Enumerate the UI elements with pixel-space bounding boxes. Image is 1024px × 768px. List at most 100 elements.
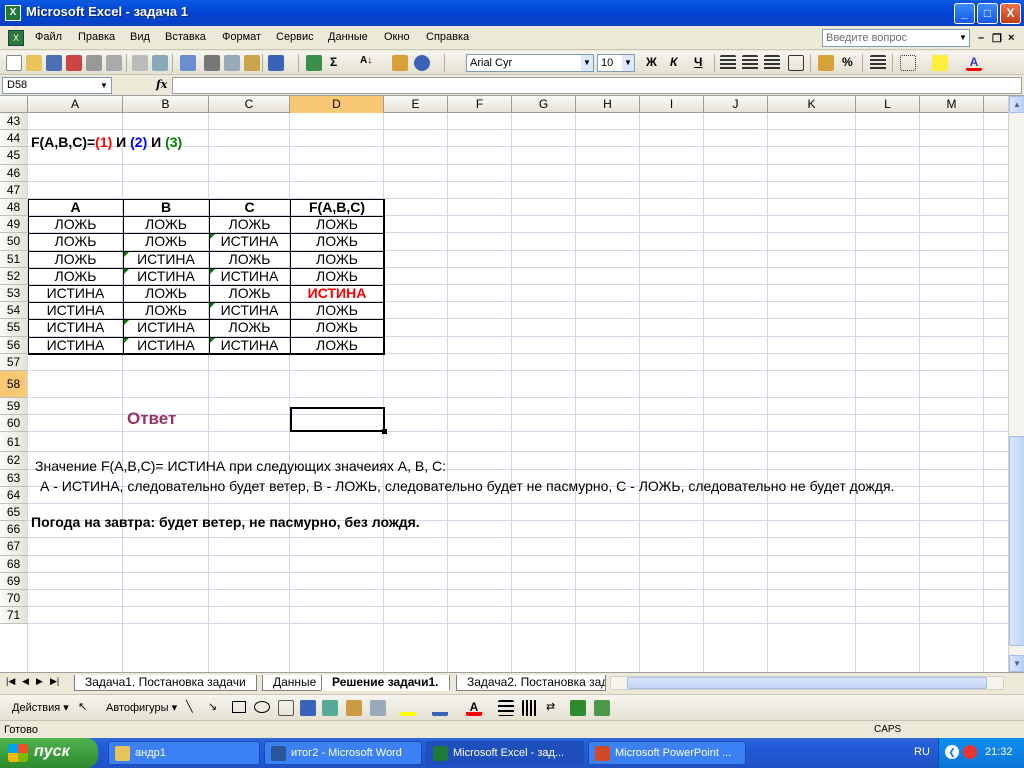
dash-style-icon[interactable] bbox=[522, 700, 538, 716]
col-header-j[interactable]: J bbox=[704, 96, 768, 113]
font-size-select[interactable]: 10 ▼ bbox=[597, 54, 635, 72]
hyperlink-icon[interactable] bbox=[306, 55, 322, 71]
formula-input[interactable] bbox=[172, 77, 1022, 94]
table-cell[interactable]: ИСТИНА bbox=[209, 234, 290, 249]
rectangle-icon[interactable] bbox=[232, 701, 246, 713]
merge-center-icon[interactable] bbox=[788, 55, 804, 71]
copy-icon[interactable] bbox=[224, 55, 240, 71]
fill-handle[interactable] bbox=[382, 429, 387, 434]
vertical-scrollbar[interactable]: ▲ ▼ bbox=[1008, 96, 1024, 672]
table-cell[interactable]: ЛОЖЬ bbox=[123, 216, 209, 232]
row-header-54[interactable]: 54 bbox=[0, 302, 28, 320]
permission-icon[interactable] bbox=[66, 55, 82, 71]
table-cell[interactable]: ЛОЖЬ bbox=[209, 216, 290, 232]
menu-view[interactable]: Вид bbox=[130, 31, 150, 43]
table-header-cell[interactable]: F(A,B,C) bbox=[290, 199, 384, 215]
table-cell[interactable]: ИСТИНА bbox=[209, 268, 290, 284]
align-center-icon[interactable] bbox=[742, 55, 758, 71]
table-cell[interactable]: ИСТИНА bbox=[290, 285, 384, 301]
tab-task2-setup[interactable]: Задача2. Постановка зад bbox=[456, 675, 606, 691]
currency-icon[interactable] bbox=[818, 55, 834, 71]
table-cell[interactable]: ЛОЖЬ bbox=[290, 234, 384, 249]
email-icon[interactable] bbox=[86, 55, 102, 71]
col-header-i[interactable]: I bbox=[640, 96, 704, 113]
select-objects-icon[interactable]: ↖ bbox=[78, 700, 94, 716]
table-cell[interactable]: ЛОЖЬ bbox=[290, 268, 384, 284]
col-header-k[interactable]: K bbox=[768, 96, 856, 113]
col-header-e[interactable]: E bbox=[384, 96, 448, 113]
tab-task1-setup[interactable]: Задача1. Постановка задачи bbox=[74, 675, 257, 691]
col-header-l[interactable]: L bbox=[856, 96, 920, 113]
menu-window[interactable]: Окно bbox=[384, 31, 410, 43]
autoshapes-menu[interactable]: Автофигуры ▾ bbox=[106, 701, 177, 714]
horizontal-scroll-thumb[interactable] bbox=[627, 677, 987, 689]
table-cell[interactable]: ЛОЖЬ bbox=[290, 216, 384, 232]
row-header-49[interactable]: 49 bbox=[0, 216, 28, 234]
row-header-62[interactable]: 62 bbox=[0, 452, 28, 470]
table-cell[interactable]: ИСТИНА bbox=[123, 268, 209, 284]
arrow-style-icon[interactable]: ⇄ bbox=[546, 700, 562, 716]
chevron-down-icon[interactable]: ▼ bbox=[957, 30, 969, 46]
line-color-icon[interactable] bbox=[432, 700, 448, 716]
row-header-67[interactable]: 67 bbox=[0, 538, 28, 556]
row-header-52[interactable]: 52 bbox=[0, 267, 28, 285]
row-header-48[interactable]: 48 bbox=[0, 199, 28, 217]
row-header-43[interactable]: 43 bbox=[0, 113, 28, 131]
table-cell[interactable]: ЛОЖЬ bbox=[123, 302, 209, 318]
fill-color-icon[interactable] bbox=[932, 55, 948, 71]
table-header-cell[interactable]: B bbox=[123, 199, 209, 215]
autosum-icon[interactable]: Σ bbox=[330, 55, 337, 69]
table-cell[interactable]: ИСТИНА bbox=[28, 320, 123, 335]
picture-icon[interactable] bbox=[370, 700, 386, 716]
table-cell[interactable]: ЛОЖЬ bbox=[290, 251, 384, 267]
col-header-d[interactable]: D bbox=[290, 96, 384, 113]
fill-color-draw-icon[interactable] bbox=[400, 700, 416, 716]
wordart-icon[interactable] bbox=[300, 700, 316, 716]
row-header-46[interactable]: 46 bbox=[0, 164, 28, 182]
row-header-61[interactable]: 61 bbox=[0, 432, 28, 453]
language-indicator[interactable]: RU bbox=[914, 746, 930, 758]
line-style-icon[interactable] bbox=[498, 700, 514, 716]
open-icon[interactable] bbox=[26, 55, 42, 71]
chart-wizard-icon[interactable] bbox=[392, 55, 408, 71]
select-all-corner[interactable] bbox=[0, 96, 28, 113]
task-powerpoint[interactable]: Microsoft PowerPoint ... bbox=[588, 741, 746, 765]
row-header-58[interactable]: 58 bbox=[0, 371, 28, 398]
row-header-53[interactable]: 53 bbox=[0, 285, 28, 303]
chevron-down-icon[interactable]: ▼ bbox=[622, 55, 634, 71]
row-header-56[interactable]: 56 bbox=[0, 336, 28, 354]
table-cell[interactable]: ЛОЖЬ bbox=[290, 337, 384, 353]
maximize-button[interactable]: □ bbox=[977, 3, 998, 24]
menu-edit[interactable]: Правка bbox=[78, 31, 115, 43]
prev-sheet-icon[interactable]: ◀ bbox=[22, 676, 29, 687]
insert-function-icon[interactable]: fx bbox=[156, 78, 167, 91]
table-cell[interactable]: ИСТИНА bbox=[123, 337, 209, 353]
bold-button[interactable]: Ж bbox=[646, 55, 657, 69]
chevron-down-icon[interactable]: ▼ bbox=[581, 55, 593, 71]
row-header-50[interactable]: 50 bbox=[0, 233, 28, 251]
table-header-cell[interactable]: C bbox=[209, 199, 290, 215]
row-header-60[interactable]: 60 bbox=[0, 415, 28, 433]
doc-restore-button[interactable]: ❐ bbox=[992, 32, 1002, 45]
col-header-g[interactable]: G bbox=[512, 96, 576, 113]
row-header-64[interactable]: 64 bbox=[0, 486, 28, 504]
row-header-51[interactable]: 51 bbox=[0, 250, 28, 268]
table-cell[interactable]: ИСТИНА bbox=[123, 251, 209, 267]
workbook-icon[interactable]: X bbox=[8, 30, 24, 46]
table-cell[interactable]: ИСТИНА bbox=[123, 320, 209, 335]
sort-icon[interactable]: А↓ bbox=[360, 55, 372, 66]
tab-data[interactable]: Данные bbox=[262, 675, 328, 691]
diagram-icon[interactable] bbox=[322, 700, 338, 716]
tray-app-icon[interactable] bbox=[963, 745, 977, 759]
first-sheet-icon[interactable]: |◀ bbox=[6, 676, 15, 687]
new-icon[interactable] bbox=[6, 55, 22, 71]
row-header-47[interactable]: 47 bbox=[0, 181, 28, 199]
row-header-70[interactable]: 70 bbox=[0, 590, 28, 608]
align-right-icon[interactable] bbox=[764, 55, 780, 71]
col-header-c[interactable]: C bbox=[209, 96, 290, 113]
table-cell[interactable]: ЛОЖЬ bbox=[290, 302, 384, 318]
name-box[interactable]: D58 ▼ bbox=[2, 77, 112, 94]
percent-button[interactable]: % bbox=[842, 55, 853, 69]
row-header-71[interactable]: 71 bbox=[0, 607, 28, 625]
menu-tools[interactable]: Сервис bbox=[276, 31, 314, 43]
